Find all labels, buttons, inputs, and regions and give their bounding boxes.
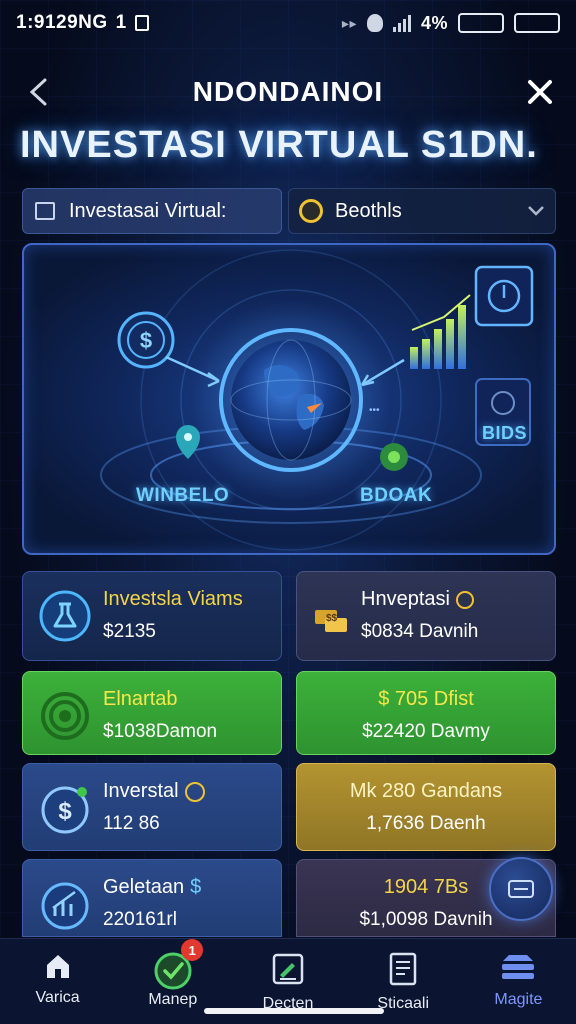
dollar-small-icon: $ (190, 876, 202, 898)
investment-card[interactable]: Investsla Viams $2135 (22, 571, 282, 661)
wallet-icon (35, 202, 55, 220)
nav-item-varica[interactable]: Varica (0, 939, 115, 1024)
floating-action-button[interactable] (489, 857, 553, 921)
hero-graphic: $ ••• (100, 249, 534, 551)
home-icon (46, 955, 69, 978)
page-title: NDONDAINOI (192, 76, 384, 107)
investment-card[interactable]: $$ Hnveptasi $0834 Davnih (296, 571, 556, 661)
header: NDONDAINOI (0, 62, 576, 122)
notification-badge: 1 (181, 939, 204, 961)
arrows-icon: ▸▸ (341, 14, 357, 31)
chevron-left-icon (29, 78, 47, 106)
card-title: Elnartab (103, 688, 178, 710)
card-value: $1,0098 Davnih (359, 909, 493, 930)
hero-title: INVESTASI VIRTUAL S1DN. (20, 124, 538, 166)
power-button-icon (474, 265, 534, 327)
network-percent: 4% (420, 12, 448, 33)
coin-icon (184, 781, 205, 802)
nav-label: Sticaali (377, 995, 429, 1012)
notification-icon (134, 15, 149, 31)
data-saver-icon (366, 14, 383, 32)
card-value: $0834 Davnih (361, 621, 479, 642)
investment-card[interactable]: Mk 280 Gandans 1,7636 Daenh (296, 763, 556, 851)
svg-text:$$: $$ (326, 613, 338, 624)
close-button[interactable] (520, 72, 560, 112)
nav-label: Magite (494, 991, 543, 1008)
hero-illustration: $ ••• WINBELO BDOAK BIDS (22, 243, 556, 555)
card-value: 112 86 (103, 813, 160, 834)
nav-label: Manep (148, 991, 198, 1008)
investment-card[interactable]: Elnartab $1038Damon (22, 671, 282, 755)
coin-icon (299, 199, 323, 223)
card-title: $ 705 Dfist (378, 688, 474, 710)
globe-icon (219, 328, 363, 472)
signal-icon (392, 14, 411, 32)
card-title: 1904 7Bs (383, 876, 469, 898)
status-bar: 1:9129NG 1 ▸▸ 4% (0, 0, 576, 46)
growth-chart-icon (410, 294, 471, 369)
close-icon (528, 80, 552, 104)
svg-text:•••: ••• (369, 405, 380, 416)
target-pin-icon (380, 443, 408, 471)
card-value: $22420 Davmy (362, 721, 490, 742)
nav-item-magite[interactable]: Magite (461, 939, 576, 1024)
hero-label-side: BIDS (482, 423, 528, 443)
category-dropdown[interactable]: Beothls (288, 188, 556, 234)
status-extra: 1 (115, 12, 127, 33)
target-icon (37, 688, 93, 744)
dollar-bubble-icon: $ (117, 311, 175, 369)
back-button[interactable] (18, 72, 58, 112)
battery-saver-icon (458, 13, 504, 33)
category-dropdown-value: Beothls (335, 199, 402, 222)
investment-type-tab[interactable]: Investasai Virtual: (22, 188, 282, 234)
hero-label-left: WINBELO (136, 485, 230, 506)
card-value: 220161rl (103, 909, 177, 930)
chevron-down-icon (528, 206, 544, 216)
menu-badge-icon (508, 880, 534, 898)
card-title: Geletaan (103, 876, 185, 898)
status-time: 1:9129NG (16, 12, 108, 33)
home-indicator[interactable] (204, 1008, 384, 1014)
card-title: Investsla Viams (103, 588, 243, 610)
card-value: 1,7636 Daenh (366, 813, 486, 834)
card-title: Mk 280 Gandans (349, 780, 503, 802)
hero-label-right: BDOAK (360, 485, 433, 506)
coin-icon (455, 590, 474, 609)
edit-document-icon (272, 953, 304, 985)
card-value: $2135 (103, 621, 156, 642)
dollar-circle-icon: $ (37, 780, 93, 836)
battery-icon (514, 13, 560, 33)
svg-text:$: $ (140, 328, 152, 353)
gold-bars-icon: $$ (311, 588, 351, 644)
investment-card[interactable]: $ 705 Dfist $22420 Davmy (296, 671, 556, 755)
nav-label: Varica (35, 989, 80, 1006)
report-icon (389, 952, 417, 986)
svg-text:$: $ (58, 798, 72, 825)
selector-row: Investasai Virtual: Beothls (22, 188, 556, 234)
investment-card[interactable]: $ Inverstal 112 86 (22, 763, 282, 851)
growth-chart-icon (37, 876, 93, 932)
card-value: $1038Damon (103, 721, 218, 742)
card-title: Inverstal (103, 780, 179, 802)
investment-type-label: Investasai Virtual: (69, 199, 227, 222)
stack-icon (502, 955, 535, 979)
investment-card[interactable]: Geletaan $ 220161rl (22, 859, 282, 937)
card-title: Hnveptasi (361, 588, 450, 610)
flask-icon (37, 588, 93, 644)
